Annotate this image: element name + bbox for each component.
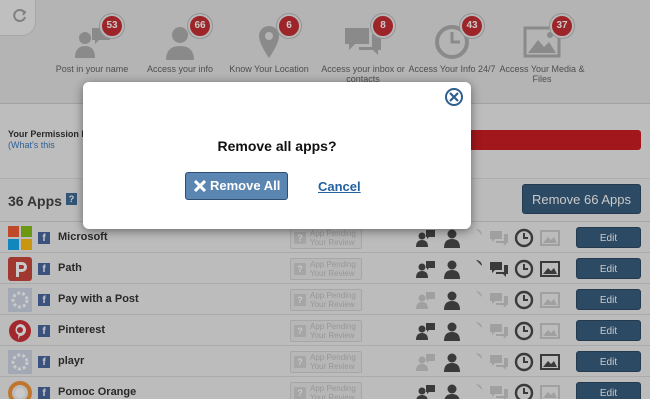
dialog-message: Remove all apps? [217,138,337,154]
close-dialog-button[interactable] [445,88,463,106]
confirm-remove-all-button[interactable]: Remove All [185,172,288,200]
remove-all-dialog: Remove all apps? Remove All Cancel [83,82,471,229]
confirm-remove-all-label: Remove All [210,178,281,193]
x-icon [194,180,206,192]
cancel-button[interactable]: Cancel [318,179,361,194]
close-icon [449,92,459,102]
